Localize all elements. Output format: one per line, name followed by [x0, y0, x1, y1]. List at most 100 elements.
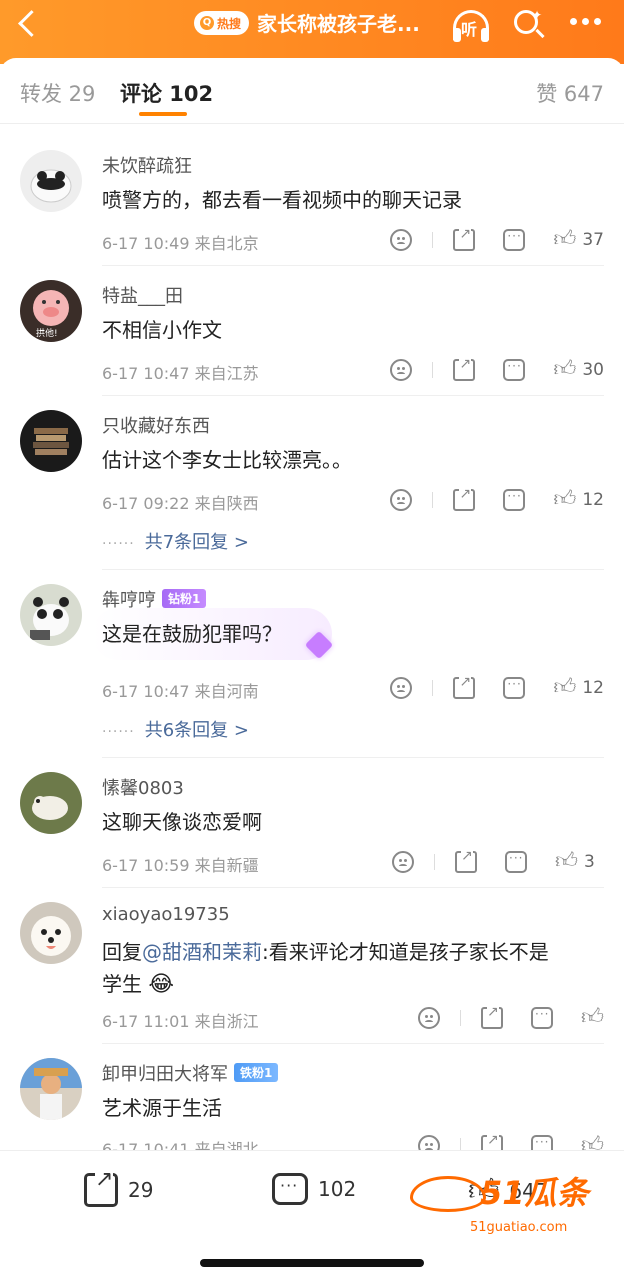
- avatar[interactable]: [20, 410, 82, 472]
- comment-text: 艺术源于生活: [102, 1096, 222, 1120]
- comment-item: 拱他! 特盐___田 不相信小作文 6-17 10:47 来自江苏 👍︎ 30: [0, 266, 624, 396]
- dislike-face-icon[interactable]: [418, 1007, 440, 1029]
- comment-button[interactable]: 102: [272, 1173, 356, 1205]
- listen-label: 听: [461, 20, 478, 39]
- comment-meta: 6-17 10:47 来自江苏: [102, 364, 259, 383]
- like-count: 12: [582, 678, 604, 698]
- thumbs-up-icon[interactable]: 👍︎: [555, 851, 578, 873]
- dislike-face-icon[interactable]: [392, 851, 414, 873]
- tab-bar: 转发 29 评论 102 赞 647: [0, 58, 624, 124]
- share-icon[interactable]: [453, 227, 476, 251]
- mention-link[interactable]: @甜酒和茉莉: [142, 940, 262, 964]
- share-icon[interactable]: [453, 675, 476, 699]
- like-count: 30: [582, 360, 604, 380]
- comment-item: 未饮醉疏狂 喷警方的，都去看一看视频中的聊天记录 6-17 10:49 来自北京…: [0, 136, 624, 266]
- comment-meta: 6-17 09:22 来自陕西: [102, 494, 259, 513]
- avatar[interactable]: [20, 150, 82, 212]
- tab-comments[interactable]: 评论 102: [120, 78, 213, 108]
- watermark-url: 51guatiao.com: [470, 1220, 568, 1235]
- repost-button[interactable]: 29: [84, 1170, 154, 1207]
- like-count: 37: [582, 230, 604, 250]
- repost-icon: [84, 1170, 118, 1207]
- fan-badge: 钻粉1: [162, 589, 207, 608]
- comment-author[interactable]: 犇哼哼 钻粉1: [102, 586, 207, 612]
- dislike-face-icon[interactable]: [390, 677, 413, 699]
- comment-text: 不相信小作文: [102, 318, 222, 342]
- share-icon[interactable]: [453, 487, 476, 511]
- comment-actions: 👍︎ 12: [390, 487, 604, 512]
- comment-author[interactable]: 愫馨0803: [102, 774, 184, 800]
- comment-author[interactable]: 特盐___田: [102, 282, 183, 308]
- search-icon[interactable]: ✦: [512, 8, 546, 42]
- comment-author[interactable]: 只收藏好东西: [102, 412, 210, 438]
- comment-actions: 👍︎ 30: [390, 357, 604, 382]
- page-title: 家长称被孩子老...: [257, 12, 420, 36]
- home-indicator: [200, 1259, 424, 1267]
- share-icon[interactable]: [453, 357, 476, 381]
- hot-search-icon: Q: [200, 16, 214, 30]
- avatar[interactable]: 拱他!: [20, 280, 82, 342]
- comment-item: xiaoyao19735 回复@甜酒和茉莉:看来评论才知道是孩子家长不是 学生 …: [0, 888, 624, 1044]
- avatar-caption: 拱他!: [36, 329, 58, 339]
- laughing-emoji-icon: 😂: [148, 972, 175, 997]
- comment-text: 这聊天像谈恋爱啊: [102, 810, 262, 834]
- reply-icon[interactable]: [503, 677, 526, 699]
- share-icon[interactable]: [481, 1005, 503, 1029]
- dislike-face-icon[interactable]: [390, 359, 413, 381]
- page: Q 热搜 家长称被孩子老... 听 ✦ 转发 29 评论 102 赞 647 未…: [0, 0, 624, 1280]
- comment-item: 卸甲归田大将军铁粉1 艺术源于生活 6-17 10:41 来自湖北 👍︎: [0, 1044, 624, 1159]
- tab-repost[interactable]: 转发 29: [20, 78, 95, 108]
- like-count: 3: [584, 852, 595, 872]
- comment-text: 估计这个李女士比较漂亮。。: [102, 448, 352, 472]
- listen-headphones-icon[interactable]: 听: [451, 6, 491, 44]
- hot-search-label: 热搜: [217, 16, 242, 31]
- more-options-icon[interactable]: [570, 18, 601, 25]
- comment-meta: 6-17 10:49 来自北京: [102, 234, 259, 253]
- comment-item: 愫馨0803 这聊天像谈恋爱啊 6-17 10:59 来自新疆 👍︎ 3: [0, 758, 624, 888]
- comment-meta: 6-17 10:59 来自新疆: [102, 856, 259, 875]
- avatar[interactable]: [20, 772, 82, 834]
- dislike-face-icon[interactable]: [390, 489, 413, 511]
- hot-search-badge[interactable]: Q 热搜: [194, 11, 250, 35]
- reply-icon[interactable]: [505, 851, 527, 873]
- dislike-face-icon[interactable]: [390, 229, 413, 251]
- thumbs-up-icon[interactable]: 👍︎: [553, 359, 576, 381]
- comment-author[interactable]: xiaoyao19735: [102, 904, 230, 925]
- comment-actions: 👍︎ 12: [390, 675, 604, 700]
- comment-author[interactable]: 未饮醉疏狂: [102, 152, 192, 178]
- comment-meta: 6-17 11:01 来自浙江: [102, 1012, 259, 1031]
- comment-meta: 6-17 10:47 来自河南: [102, 682, 259, 701]
- repost-count: 29: [128, 1178, 154, 1202]
- reply-icon[interactable]: [503, 229, 526, 251]
- comment-icon: [272, 1173, 308, 1205]
- comment-item: 犇哼哼钻粉1 这是在鼓励犯罪吗？ 6-17 10:47 来自河南 👍︎ 12 ·…: [0, 570, 624, 758]
- view-replies-link[interactable]: ······ 共6条回复 >: [102, 716, 249, 742]
- watermark-brand: 51瓜条: [480, 1174, 589, 1212]
- view-replies-link[interactable]: ······ 共7条回复 >: [102, 528, 249, 554]
- like-count: 12: [582, 490, 604, 510]
- comment-text: 回复@甜酒和茉莉:看来评论才知道是孩子家长不是 学生 😂: [102, 936, 549, 1001]
- thumbs-up-icon[interactable]: 👍︎: [553, 489, 576, 511]
- comment-author[interactable]: 卸甲归田大将军 铁粉1: [102, 1060, 279, 1086]
- thumbs-up-icon[interactable]: 👍︎: [553, 229, 576, 251]
- share-icon[interactable]: [455, 849, 477, 873]
- back-arrow-icon[interactable]: [10, 6, 46, 42]
- active-tab-indicator: [139, 112, 187, 116]
- comment-text: 这是在鼓励犯罪吗？: [102, 622, 282, 646]
- fan-badge: 铁粉1: [234, 1063, 279, 1082]
- avatar[interactable]: [20, 902, 82, 964]
- comment-actions: 👍︎ 3: [392, 849, 604, 874]
- thumbs-up-icon[interactable]: 👍︎: [553, 677, 576, 699]
- thumbs-up-icon[interactable]: 👍︎: [581, 1007, 604, 1029]
- watermark-logo-icon: [410, 1176, 486, 1212]
- comment-count: 102: [318, 1177, 357, 1201]
- avatar[interactable]: [20, 1058, 82, 1120]
- comment-actions: 👍︎: [418, 1005, 604, 1030]
- tab-likes[interactable]: 赞 647: [536, 78, 604, 108]
- top-nav-bar: Q 热搜 家长称被孩子老... 听 ✦: [0, 0, 624, 64]
- reply-icon[interactable]: [503, 489, 526, 511]
- watermark: 51瓜条 51guatiao.com: [410, 1168, 610, 1238]
- avatar[interactable]: [20, 584, 82, 646]
- reply-icon[interactable]: [503, 359, 526, 381]
- reply-icon[interactable]: [531, 1007, 553, 1029]
